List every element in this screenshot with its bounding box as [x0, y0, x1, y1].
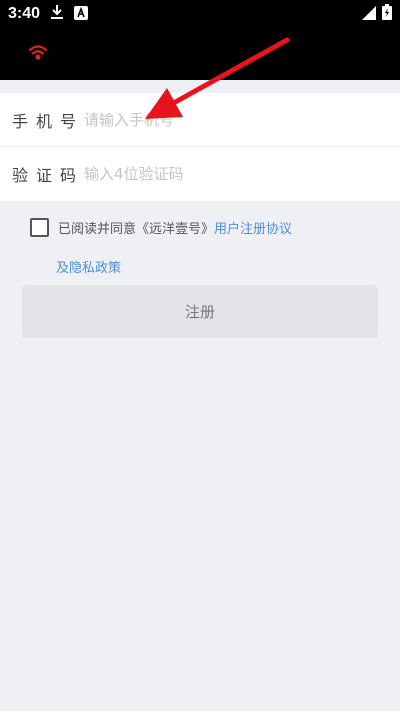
- status-time: 3:40: [8, 5, 41, 22]
- code-label: 验证码: [12, 166, 85, 185]
- phone-row: 手机号: [0, 93, 400, 147]
- phone-input[interactable]: [84, 110, 364, 129]
- wifi-icon: [28, 44, 48, 66]
- status-right: [362, 4, 392, 24]
- agreement-row: 已阅读并同意《远洋壹号》 用户注册协议: [30, 218, 292, 237]
- a-letter-icon: [74, 5, 89, 24]
- verification-code-input[interactable]: [84, 165, 364, 183]
- battery-charging-icon: [382, 4, 392, 24]
- agreement-prefix-text: 已阅读并同意《远洋壹号》: [58, 222, 215, 237]
- code-row: 验证码: [0, 147, 400, 201]
- download-icon: [50, 4, 64, 24]
- status-bar: 3:40: [0, 0, 400, 28]
- user-agreement-link[interactable]: 用户注册协议: [214, 218, 292, 237]
- privacy-policy-link[interactable]: 及隐私政策: [56, 257, 121, 276]
- app-toolbar: [0, 28, 400, 80]
- phone-label: 手机号: [12, 111, 85, 131]
- status-left: 3:40: [8, 4, 89, 24]
- login-form-card: 手机号 验证码: [0, 93, 400, 201]
- agreement-checkbox[interactable]: [30, 218, 49, 237]
- register-button[interactable]: 注册: [22, 285, 378, 338]
- signal-icon: [362, 5, 376, 24]
